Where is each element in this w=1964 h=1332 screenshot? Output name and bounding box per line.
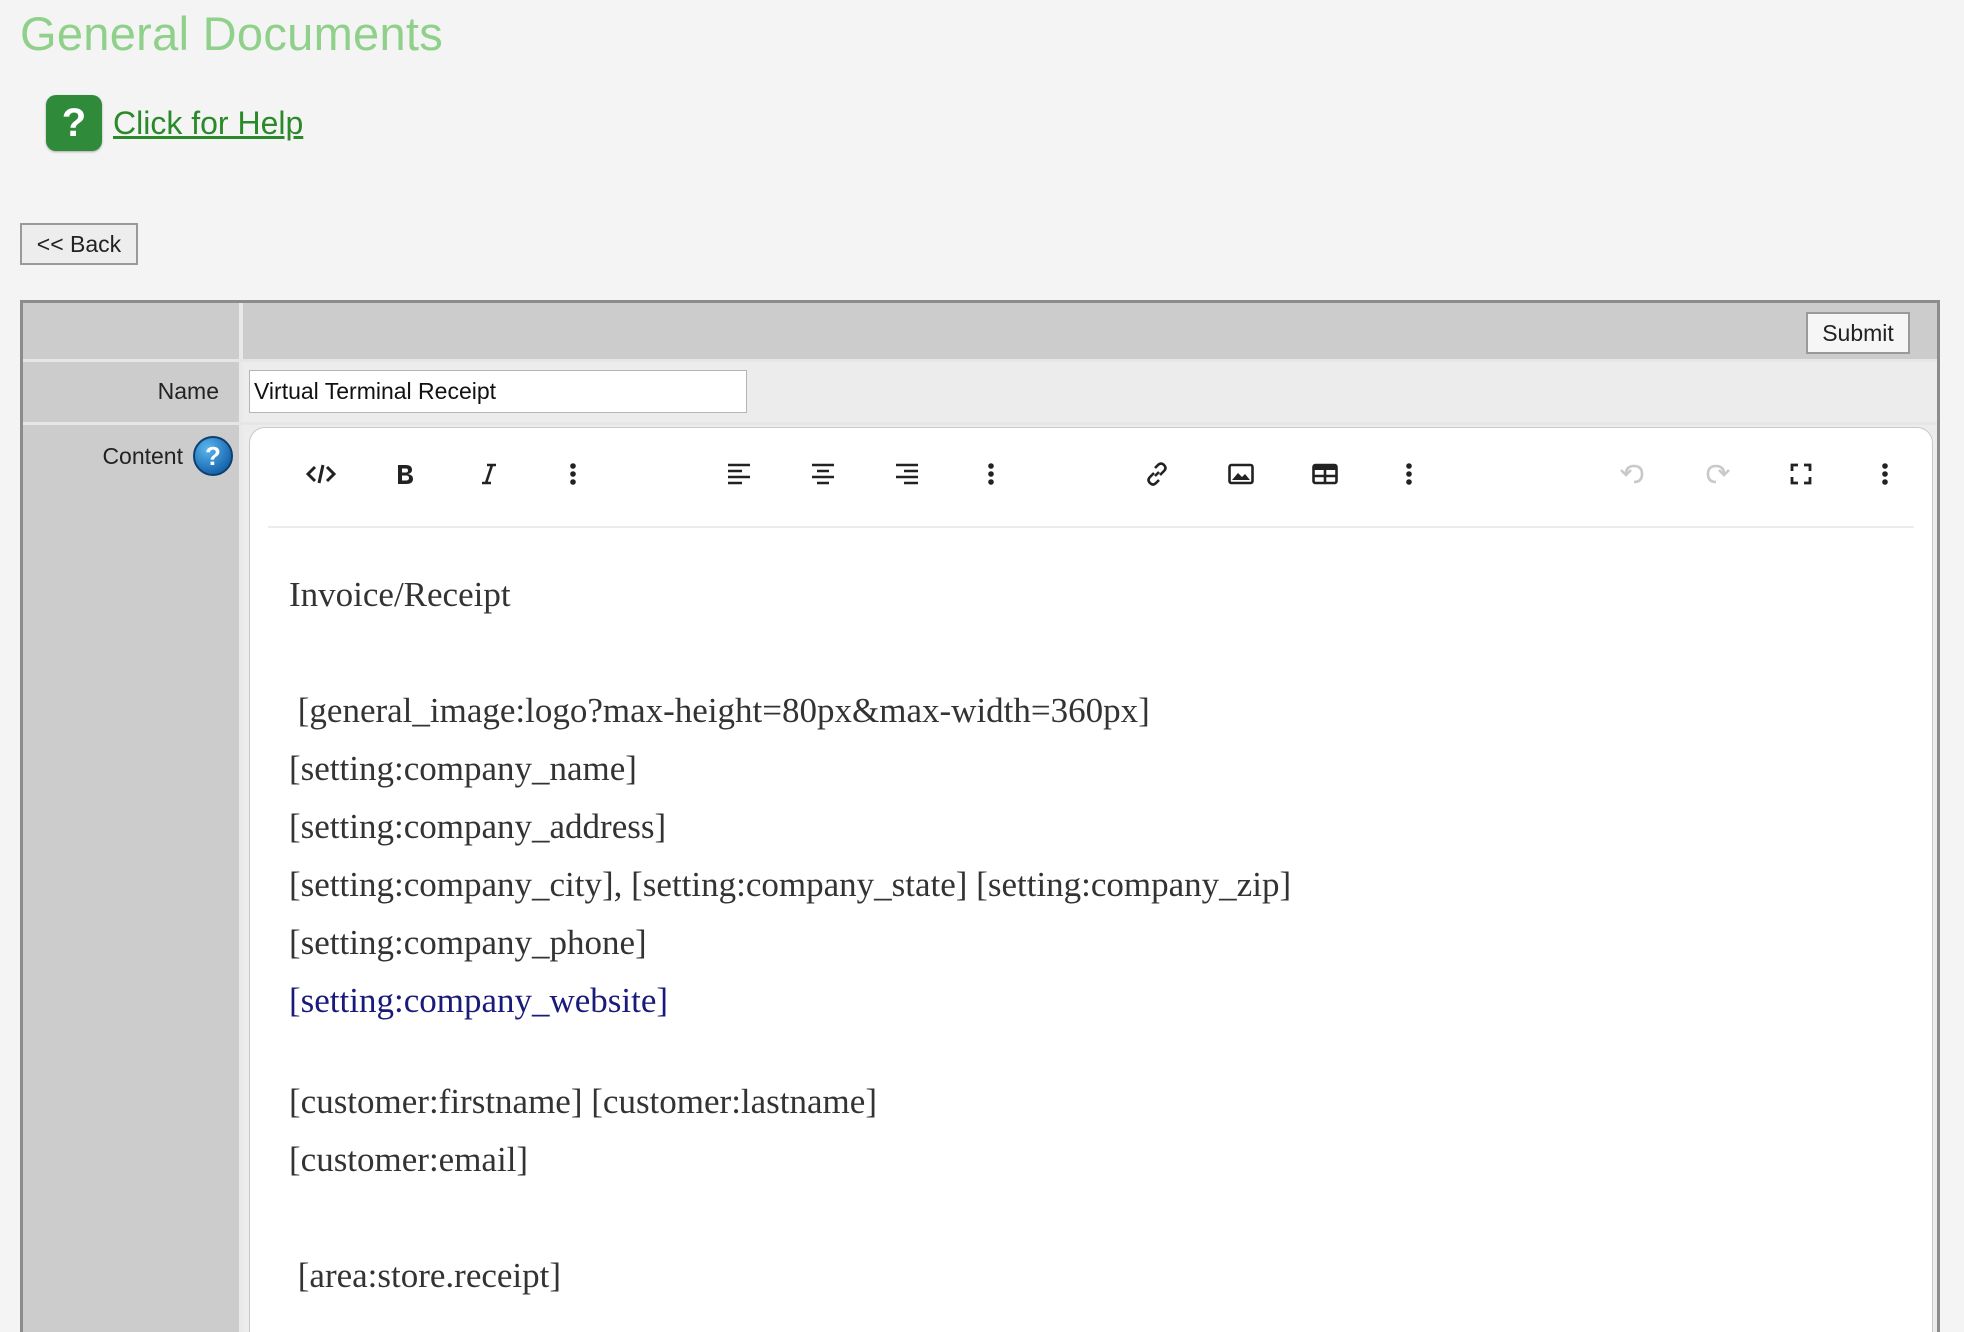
link-icon[interactable] bbox=[1136, 453, 1178, 495]
help-icon[interactable]: ? bbox=[46, 95, 102, 151]
fullscreen-icon[interactable] bbox=[1780, 453, 1822, 495]
company-address-tag: [setting:company_address] bbox=[289, 807, 667, 846]
company-website-link[interactable]: [setting:company_website] bbox=[289, 972, 1902, 1030]
more-vertical-icon[interactable] bbox=[1388, 453, 1430, 495]
more-vertical-icon[interactable] bbox=[552, 453, 594, 495]
source-code-icon[interactable] bbox=[300, 453, 342, 495]
document-form: Submit Name Content ? bbox=[20, 300, 1940, 1332]
form-header-row: Submit bbox=[243, 303, 1937, 359]
customer-name-tag: [customer:firstname] [customer:lastname] bbox=[289, 1082, 877, 1121]
redo-icon bbox=[1696, 453, 1738, 495]
undo-icon bbox=[1612, 453, 1654, 495]
image-icon[interactable] bbox=[1220, 453, 1262, 495]
content-label: Content bbox=[102, 442, 183, 469]
name-label: Name bbox=[157, 378, 219, 404]
editor-toolbar bbox=[268, 428, 1914, 528]
back-button[interactable]: << Back bbox=[20, 223, 138, 265]
bold-icon[interactable] bbox=[384, 453, 426, 495]
logo-merge-tag: [general_image:logo?max-height=80px&max-… bbox=[289, 691, 1150, 730]
page-title: General Documents bbox=[20, 7, 444, 60]
table-icon[interactable] bbox=[1304, 453, 1346, 495]
align-right-icon[interactable] bbox=[886, 453, 928, 495]
help-link[interactable]: Click for Help bbox=[113, 105, 303, 142]
help-row: ? Click for Help bbox=[46, 95, 303, 151]
more-vertical-icon[interactable] bbox=[970, 453, 1012, 495]
name-input[interactable] bbox=[249, 370, 747, 413]
page: General Documents ? Click for Help << Ba… bbox=[0, 0, 1964, 1332]
company-name-tag: [setting:company_name] bbox=[289, 749, 637, 788]
company-phone-tag: [setting:company_phone] bbox=[289, 923, 647, 962]
content-label-group: Content ? bbox=[23, 436, 233, 476]
submit-button[interactable]: Submit bbox=[1806, 312, 1910, 354]
more-vertical-icon[interactable] bbox=[1864, 453, 1906, 495]
help-circle-icon[interactable]: ? bbox=[193, 436, 233, 476]
editor-content[interactable]: Invoice/Receipt [general_image:logo?max-… bbox=[289, 566, 1902, 1305]
company-city-state-zip-tag: [setting:company_city], [setting:company… bbox=[289, 865, 1292, 904]
store-receipt-tag: [area:store.receipt] bbox=[289, 1256, 562, 1295]
customer-email-tag: [customer:email] bbox=[289, 1140, 529, 1179]
italic-icon[interactable] bbox=[468, 453, 510, 495]
align-left-icon[interactable] bbox=[718, 453, 760, 495]
align-center-icon[interactable] bbox=[802, 453, 844, 495]
rich-text-editor[interactable]: Invoice/Receipt [general_image:logo?max-… bbox=[249, 427, 1933, 1332]
content-heading: Invoice/Receipt bbox=[289, 575, 511, 614]
